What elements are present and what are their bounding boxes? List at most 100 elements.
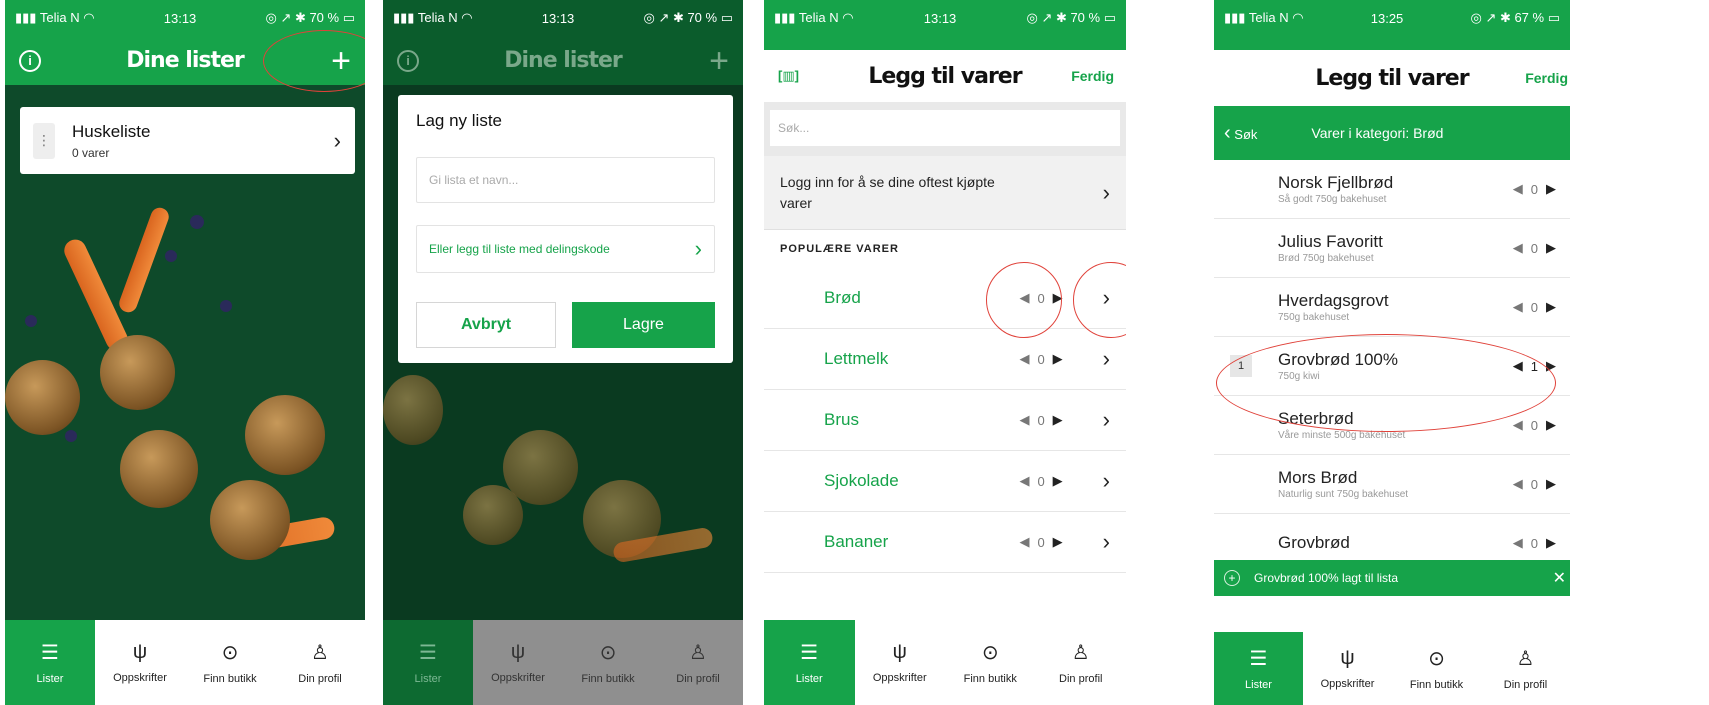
tab-din-profil[interactable]: ♙ Din profil — [653, 620, 743, 705]
list-item[interactable]: Brus ◀ 0 ▶ › — [764, 390, 1126, 451]
save-button[interactable]: Lagre — [572, 302, 715, 348]
cancel-button[interactable]: Avbryt — [416, 302, 556, 348]
status-bar: ▮▮▮ Telia N ◠ 13:13 ◎ ↗ ✱ 70 % ▭ — [383, 0, 743, 36]
decrement-icon[interactable]: ◀ — [1513, 240, 1523, 256]
decrement-icon[interactable]: ◀ — [1019, 351, 1029, 367]
decrement-icon[interactable]: ◀ — [1019, 473, 1029, 489]
close-icon[interactable]: ✕ — [1553, 568, 1566, 588]
done-button[interactable]: Ferdig — [1525, 70, 1568, 86]
tab-bar: ☰ Lister ψ Oppskrifter ⊙ Finn butikk ♙ Din p… — [5, 620, 365, 705]
chevron-right-icon[interactable]: › — [1103, 346, 1110, 372]
decrement-icon[interactable]: ◀ — [1513, 535, 1523, 551]
decrement-icon[interactable]: ◀ — [1513, 417, 1523, 433]
login-prompt[interactable]: Logg inn for å se dine oftest kjøpte var… — [764, 156, 1126, 230]
item-name: Lettmelk — [824, 349, 889, 368]
product-row[interactable]: Seterbrød Våre minste 500g bakehuset ◀ 0 ▶ — [1214, 396, 1570, 455]
tab-oppskrifter[interactable]: ψ Oppskrifter — [473, 620, 563, 705]
list-item[interactable]: Bananer ◀ 0 ▶ › — [764, 512, 1126, 573]
screen-dine-lister: ▮▮▮ Telia N ◠ 13:13 ◎ ↗ ✱ 70 % ▭ i Dine … — [5, 0, 365, 705]
person-icon: ♙ — [311, 642, 329, 664]
product-row[interactable]: Mors Brød Naturlig sunt 750g bakehuset ◀ 0 ▶ — [1214, 455, 1570, 514]
quantity-stepper: ◀ 1 ▶ — [1513, 358, 1556, 374]
back-button[interactable]: ‹ Søk — [1224, 122, 1257, 145]
decrement-icon[interactable]: ◀ — [1513, 358, 1523, 374]
increment-icon[interactable]: ▶ — [1546, 299, 1556, 315]
screen-new-list-dialog: ▮▮▮ Telia N ◠ 13:13 ◎ ↗ ✱ 70 % ▭ i Dine … — [383, 0, 743, 705]
list-card[interactable]: ⋮ Huskeliste 0 varer › — [20, 107, 355, 174]
increment-icon[interactable]: ▶ — [1546, 535, 1556, 551]
product-row[interactable]: Julius Favoritt Brød 750g bakehuset ◀ 0 ▶ — [1214, 219, 1570, 278]
list-name: Huskeliste — [72, 121, 151, 141]
item-name: Brød — [824, 288, 861, 307]
increment-icon[interactable]: ▶ — [1546, 358, 1556, 374]
tab-lister[interactable]: ☰ Lister — [383, 620, 473, 705]
chevron-left-icon: ‹ — [1224, 121, 1231, 144]
increment-icon[interactable]: ▶ — [1546, 417, 1556, 433]
quantity-stepper: ◀ 0 ▶ — [1513, 240, 1556, 256]
tab-oppskrifter[interactable]: ψ Oppskrifter — [855, 620, 946, 705]
increment-icon[interactable]: ▶ — [1546, 240, 1556, 256]
tab-oppskrifter[interactable]: ψ Oppskrifter — [1303, 632, 1392, 705]
increment-icon[interactable]: ▶ — [1053, 473, 1063, 489]
tab-lister[interactable]: ☰ Lister — [1214, 632, 1303, 705]
product-name: Hverdagsgrovt — [1278, 291, 1389, 310]
drag-handle-icon[interactable]: ⋮ — [33, 122, 55, 159]
page-title: Legg til varer — [868, 63, 1022, 89]
add-list-icon: + — [709, 41, 729, 80]
product-name: Mors Brød — [1278, 468, 1358, 487]
done-button[interactable]: Ferdig — [1071, 68, 1114, 84]
quantity-stepper: ◀ 0 ▶ — [1513, 299, 1556, 315]
product-row[interactable]: Norsk Fjellbrød Så godt 750g bakehuset ◀ 0 ▶ — [1214, 160, 1570, 219]
decrement-icon[interactable]: ◀ — [1019, 290, 1029, 306]
increment-icon[interactable]: ▶ — [1546, 181, 1556, 197]
tab-finn-butikk[interactable]: ⊙ Finn butikk — [1392, 632, 1481, 705]
screen-legg-til-varer: ▮▮▮ Telia N ◠ 13:13 ◎ ↗ ✱ 70 % ▭ [▥] Leg… — [764, 0, 1126, 705]
quantity-value: 0 — [1037, 412, 1045, 428]
chevron-right-icon[interactable]: › — [1103, 407, 1110, 433]
add-list-icon[interactable]: + — [331, 44, 351, 78]
list-item[interactable]: Sjokolade ◀ 0 ▶ › — [764, 451, 1126, 512]
section-header: POPULÆRE VARER — [780, 243, 899, 255]
tab-din-profil[interactable]: ♙ Din profil — [275, 620, 365, 705]
status-time: 13:13 — [163, 10, 197, 26]
info-icon[interactable]: i — [19, 49, 41, 72]
barcode-scan-icon[interactable]: [▥] — [778, 68, 799, 84]
product-row[interactable]: Hverdagsgrovt 750g bakehuset ◀ 0 ▶ — [1214, 278, 1570, 337]
increment-icon[interactable]: ▶ — [1053, 534, 1063, 550]
list-item[interactable]: Brød ◀ 0 ▶ › — [764, 268, 1126, 329]
item-name: Sjokolade — [824, 471, 899, 490]
product-description: Naturlig sunt 750g bakehuset — [1278, 489, 1409, 500]
increment-icon[interactable]: ▶ — [1053, 290, 1063, 306]
decrement-icon[interactable]: ◀ — [1513, 181, 1523, 197]
tab-finn-butikk[interactable]: ⊙ Finn butikk — [945, 620, 1036, 705]
chevron-right-icon[interactable]: › — [1103, 285, 1110, 311]
quantity-stepper: ◀ 0 ▶ — [1019, 351, 1062, 367]
list-name-field[interactable]: Gi lista et navn... — [416, 157, 715, 203]
tab-din-profil[interactable]: ♙ Din profil — [1036, 620, 1127, 705]
tab-finn-butikk[interactable]: ⊙ Finn butikk — [185, 620, 275, 705]
increment-icon[interactable]: ▶ — [1053, 351, 1063, 367]
tab-din-profil[interactable]: ♙ Din profil — [1481, 632, 1570, 705]
search-input[interactable]: Søk... — [770, 110, 1120, 146]
list-icon: ☰ — [1249, 648, 1268, 670]
tab-lister[interactable]: ☰ Lister — [5, 620, 95, 705]
decrement-icon[interactable]: ◀ — [1513, 476, 1523, 492]
share-code-link[interactable]: Eller legg til liste med delingskode › — [416, 225, 715, 273]
tab-lister[interactable]: ☰ Lister — [764, 620, 855, 705]
quantity-value: 0 — [1530, 299, 1538, 315]
decrement-icon[interactable]: ◀ — [1513, 299, 1523, 315]
increment-icon[interactable]: ▶ — [1546, 476, 1556, 492]
tab-finn-butikk[interactable]: ⊙ Finn butikk — [563, 620, 653, 705]
quantity-stepper: ◀ 0 ▶ — [1513, 535, 1556, 551]
list-item[interactable]: Lettmelk ◀ 0 ▶ › — [764, 329, 1126, 390]
chevron-right-icon[interactable]: › — [1103, 468, 1110, 494]
decrement-icon[interactable]: ◀ — [1019, 534, 1029, 550]
decrement-icon[interactable]: ◀ — [1019, 412, 1029, 428]
increment-icon[interactable]: ▶ — [1053, 412, 1063, 428]
tab-oppskrifter[interactable]: ψ Oppskrifter — [95, 620, 185, 705]
product-row[interactable]: 1 Grovbrød 100% 750g kiwi ◀ 1 ▶ — [1214, 337, 1570, 396]
item-name: Brus — [824, 410, 859, 429]
added-toast: + Grovbrød 100% lagt til lista ✕ — [1214, 560, 1570, 596]
status-bar: ▮▮▮ Telia N ◠ 13:25 ◎ ↗ ✱ 67 % ▭ — [1214, 0, 1570, 36]
chevron-right-icon[interactable]: › — [1103, 529, 1110, 555]
